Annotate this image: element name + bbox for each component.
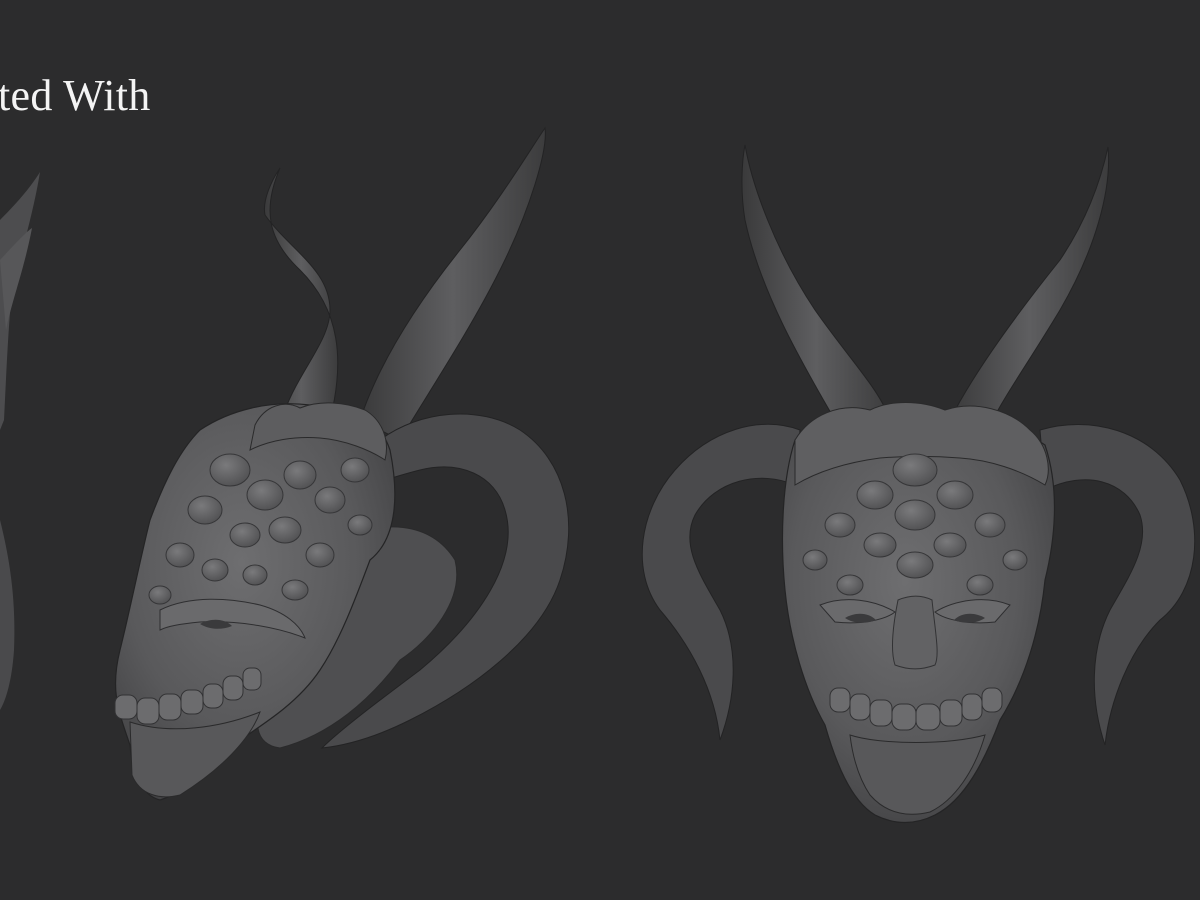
sculpt-viewport: ted With bbox=[0, 0, 1200, 900]
partial-model-left bbox=[0, 172, 40, 710]
demon-head-front bbox=[641, 144, 1196, 824]
demon-head-three-quarter bbox=[114, 126, 570, 801]
sculpt-render bbox=[0, 126, 1196, 824]
